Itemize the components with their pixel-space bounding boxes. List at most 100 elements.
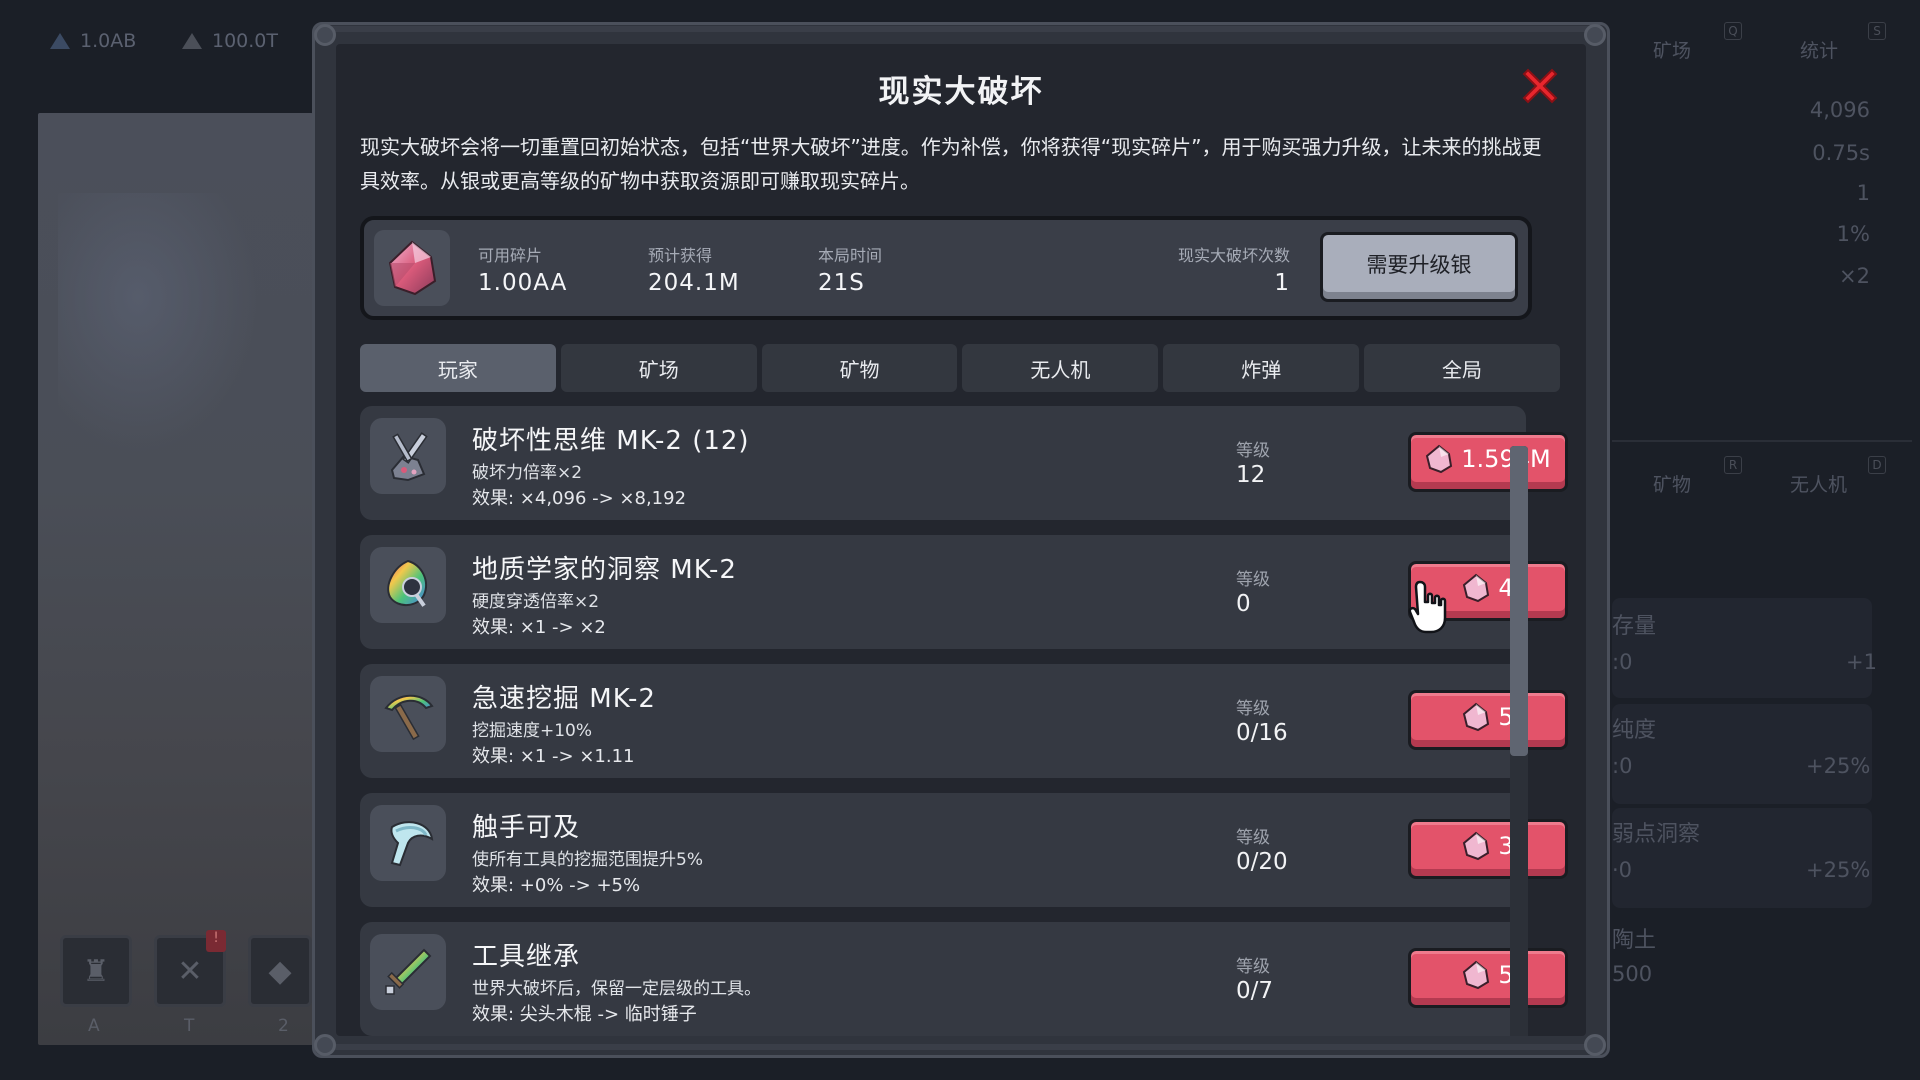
run-time: 本局时间 21S: [818, 242, 882, 296]
expected-shards-label: 预计获得: [648, 246, 713, 265]
bg-key-r: R: [1724, 456, 1742, 474]
bg-tab-minerals[interactable]: 矿物: [1653, 470, 1691, 497]
bg-stat: 4,096: [1809, 98, 1870, 122]
bg-key-d: D: [1868, 456, 1886, 474]
level-label: 等级: [1236, 441, 1270, 461]
slot-gem[interactable]: ◆: [248, 935, 312, 1007]
hand-cursor-icon: [1408, 580, 1447, 634]
pickaxe-icon: ✕: [177, 953, 203, 989]
modal-description: 现实大破坏会将一切重置回初始状态，包括“世界大破坏”进度。作为补偿，你将获得“现…: [360, 135, 1542, 193]
tab-minerals[interactable]: 矿物: [761, 344, 958, 392]
summary-panel: 可用碎片 1.00AA 预计获得 204.1M 本局时间 21S 现实大破坏次数…: [360, 216, 1532, 320]
reality-shard-icon: [1426, 444, 1453, 474]
level-label: 等级: [1236, 699, 1270, 719]
slot-trophy[interactable]: ♜: [60, 935, 132, 1007]
buy-button[interactable]: 5: [1408, 690, 1568, 750]
ore-icon: [182, 33, 202, 49]
trophy-icon: ♜: [82, 953, 110, 989]
expected-shards-value: 204.1M: [648, 270, 740, 296]
bg-row-bonus: +25%: [1806, 858, 1871, 882]
modal-title: 现实大破坏: [878, 74, 1044, 110]
upgrade-list: 破坏性思维 MK-2 (12) 破坏力倍率×2 效果: ×4,096 -> ×8…: [360, 406, 1568, 1036]
frame-rivet: [314, 24, 336, 46]
bg-key-q: Q: [1724, 22, 1742, 40]
resource-ore: 100.0T: [182, 30, 278, 52]
scrollbar-thumb[interactable]: [1510, 446, 1528, 756]
reality-reset-modal: 现实大破坏 现实大破坏会将一切重置回初始状态，包括“世界大破坏”进度。作为补偿，…: [336, 44, 1586, 1036]
bg-row-label: 纯度: [1612, 718, 1657, 743]
upgrade-name: 地质学家的洞察 MK-2: [472, 555, 737, 585]
upgrade-row: 触手可及 使所有工具的挖掘范围提升5% 效果: +0% -> +5% 等级 0/…: [360, 793, 1568, 907]
frame-rivet: [1584, 1034, 1606, 1056]
frame-rail: [332, 1044, 1588, 1050]
tab-drones[interactable]: 无人机: [962, 344, 1159, 392]
close-button[interactable]: [1518, 64, 1562, 108]
mine-scene: [38, 113, 313, 1045]
run-time-value: 21S: [818, 270, 865, 296]
tab-mine[interactable]: 矿场: [560, 344, 757, 392]
available-shards-label: 可用碎片: [478, 246, 543, 265]
reality-shard-icon: [1463, 702, 1490, 732]
bg-stat: 1%: [1836, 222, 1870, 246]
tab-bombs[interactable]: 炸弹: [1163, 344, 1360, 392]
bg-row-value: :0: [1612, 754, 1633, 778]
tab-global[interactable]: 全局: [1364, 344, 1560, 392]
level-label: 等级: [1236, 828, 1270, 848]
bg-tab-drones[interactable]: 无人机: [1790, 470, 1847, 497]
bg-stat: ×2: [1839, 264, 1870, 288]
upgrade-effect: 效果: +0% -> +5%: [472, 875, 641, 896]
reality-shard-icon: [1463, 960, 1490, 990]
upgrade-level: 0: [1236, 591, 1251, 617]
upgrade-effect: 效果: 尖头木棍 -> 临时锤子: [472, 1004, 697, 1025]
available-shards-value: 1.00AA: [478, 270, 568, 296]
run-time-label: 本局时间: [818, 246, 883, 265]
upgrade-row: 破坏性思维 MK-2 (12) 破坏力倍率×2 效果: ×4,096 -> ×8…: [360, 406, 1568, 520]
frame-rail: [332, 26, 1588, 32]
bg-stat: 1: [1856, 181, 1870, 205]
buy-button[interactable]: 1.594M: [1408, 432, 1568, 492]
sword-rock-icon: [370, 418, 446, 494]
upgrade-effect: 效果: ×1 -> ×1.11: [472, 746, 635, 767]
bg-tab-stats[interactable]: 统计: [1800, 36, 1838, 63]
upgrade-name: 破坏性思维 MK-2 (12): [472, 426, 750, 456]
upgrade-level: 0/7: [1236, 978, 1274, 1004]
upgrade-effect: 效果: ×1 -> ×2: [472, 617, 606, 638]
upgrade-row: 工具继承 世界大破坏后，保留一定层级的工具。 效果: 尖头木棍 -> 临时锤子 …: [360, 922, 1568, 1036]
bg-row-value: :0: [1612, 650, 1633, 674]
upgrade-subtitle: 破坏力倍率×2: [472, 463, 583, 483]
upgrade-effect: 效果: ×4,096 -> ×8,192: [472, 488, 687, 509]
gem-icon: ◆: [268, 953, 292, 989]
bg-row-label: 陶土: [1612, 928, 1657, 953]
tab-player[interactable]: 玩家: [360, 344, 556, 392]
slot-key: T: [184, 1016, 195, 1036]
bg-key-s: S: [1868, 22, 1886, 40]
reality-shard-icon: [374, 230, 450, 306]
upgrade-subtitle: 使所有工具的挖掘范围提升5%: [472, 850, 703, 870]
buy-button[interactable]: 3: [1408, 819, 1568, 879]
grabber-icon: [370, 805, 446, 881]
slot-key: 2: [278, 1016, 289, 1036]
bg-row-bonus: +25%: [1806, 754, 1871, 778]
available-shards: 可用碎片 1.00AA: [478, 242, 567, 296]
reality-shard-icon: [1463, 831, 1490, 861]
bg-row-label: 弱点洞察: [1612, 822, 1701, 847]
upgrade-row: 急速挖掘 MK-2 挖掘速度+10% 效果: ×1 -> ×1.11 等级 0/…: [360, 664, 1568, 778]
bg-row-value: 500: [1612, 962, 1653, 986]
buy-button[interactable]: 5: [1408, 948, 1568, 1008]
bg-tab-mine[interactable]: 矿场: [1653, 36, 1691, 63]
level-label: 等级: [1236, 570, 1270, 590]
reset-count-label: 现实大破坏次数: [1177, 246, 1290, 265]
reality-reset-button[interactable]: 需要升级银: [1320, 232, 1518, 302]
upgrade-subtitle: 硬度穿透倍率×2: [472, 592, 600, 612]
resource-diamond: 1.0AB: [50, 30, 136, 52]
reset-count-value: 1: [1274, 270, 1290, 296]
expected-shards: 预计获得 204.1M: [648, 242, 740, 296]
upgrade-level: 0/20: [1236, 849, 1288, 875]
close-icon: [1522, 68, 1558, 104]
scrollbar[interactable]: [1510, 446, 1528, 1036]
level-label: 等级: [1236, 957, 1270, 977]
upgrade-name: 触手可及: [472, 813, 581, 843]
reset-count: 现实大破坏次数 1: [1178, 242, 1290, 296]
rainbow-mineral-icon: [370, 547, 446, 623]
upgrade-level: 12: [1236, 462, 1266, 488]
